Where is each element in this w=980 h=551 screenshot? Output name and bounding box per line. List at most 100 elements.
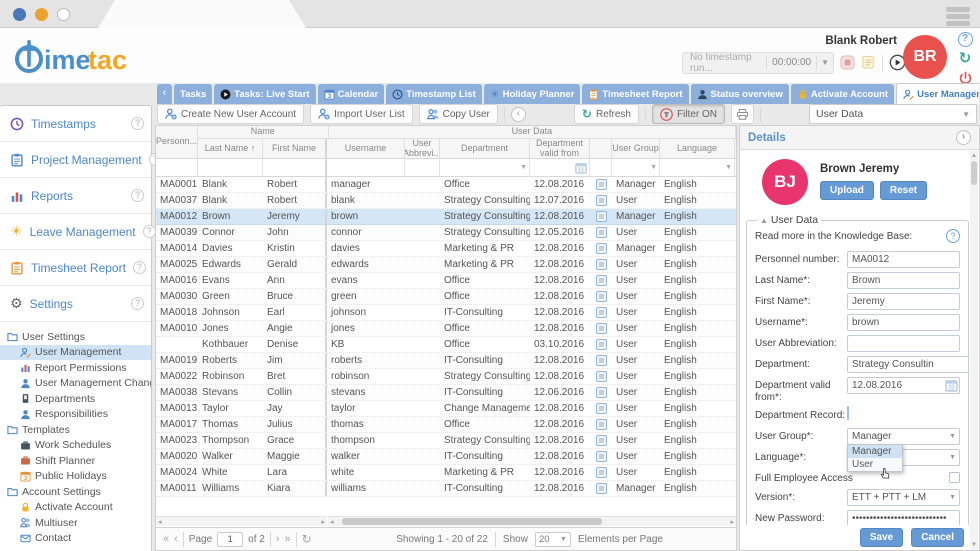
copy-user-button[interactable]: Copy User [419, 104, 498, 124]
field-input[interactable]: ••••••••••••••••••••••••••• [847, 510, 960, 527]
tab-timesheet-report[interactable]: Timesheet Report [582, 84, 688, 104]
menu-icon[interactable] [946, 5, 970, 28]
tab-status-overview[interactable]: Status overview [691, 84, 789, 104]
table-row[interactable]: MA0001BlankRobertmanagerOffice12.08.2016… [156, 177, 736, 193]
field-input[interactable]: Strategy Consultin [847, 356, 969, 373]
sidebar-item-project-management[interactable]: Project Management? [0, 142, 151, 178]
record-icon[interactable] [596, 419, 607, 430]
help-icon[interactable]: ? [143, 225, 156, 238]
tree-item-user-settings[interactable]: User Settings [0, 329, 151, 345]
table-row[interactable]: MA0016EvansAnnevansOffice12.08.2016UserE… [156, 273, 736, 289]
filter-on-button[interactable]: Filter ON [652, 104, 725, 124]
record-icon[interactable] [596, 291, 607, 302]
record-icon[interactable] [596, 195, 607, 206]
refresh-button[interactable]: ↻Refresh [574, 104, 639, 124]
table-row[interactable]: MA0024WhiteLarawhiteMarketing & PR12.08.… [156, 465, 736, 481]
column-header-personnel[interactable]: Personn... [156, 126, 198, 158]
browser-tab[interactable] [98, 0, 306, 28]
reset-button[interactable]: Reset [880, 181, 927, 200]
filter-personn-input[interactable] [156, 159, 198, 176]
field-input[interactable]: Manager [847, 428, 960, 445]
record-icon[interactable] [596, 323, 607, 334]
stop-timestamp-icon[interactable] [840, 55, 855, 70]
last-page-button[interactable]: » [285, 533, 291, 545]
table-row[interactable]: MA0030GreenBrucegreenOffice12.08.2016Use… [156, 289, 736, 305]
view-mode-select[interactable]: User Data ▼ [809, 104, 977, 124]
dropdown-option-user[interactable]: User [848, 458, 902, 471]
tab-holiday-planner[interactable]: ☀Holiday Planner [484, 84, 581, 104]
table-row[interactable]: MA0012BrownJeremybrownStrategy Consultin… [156, 209, 736, 225]
table-row[interactable]: MA0017ThomasJuliusthomasOffice12.08.2016… [156, 417, 736, 433]
tree-item-public-holidays[interactable]: 3Public Holidays [0, 469, 151, 485]
table-row[interactable]: MA0011WilliamsKiarawilliamsIT-Consulting… [156, 481, 736, 497]
user-avatar[interactable]: BR [903, 35, 947, 79]
field-input[interactable]: 12.08.2016 [847, 377, 960, 394]
help-icon[interactable]: ? [958, 32, 973, 47]
help-icon[interactable]: ? [131, 297, 144, 310]
tab-timestamp-list[interactable]: Timestamp List [386, 84, 482, 104]
tree-item-multiuser[interactable]: Multiuser [0, 515, 151, 531]
tree-item-work-schedules[interactable]: Work Schedules [0, 438, 151, 454]
record-icon[interactable] [596, 355, 607, 366]
left-pane-hscrollbar[interactable]: ◂▸ [156, 516, 327, 526]
tab-scroll-left-button[interactable]: ‹ [157, 84, 172, 104]
sidebar-item-leave-management[interactable]: ☀Leave Management? [0, 214, 151, 250]
first-page-button[interactable]: « [163, 533, 169, 545]
tree-item-templates[interactable]: Templates [0, 422, 151, 438]
sidebar-item-reports[interactable]: Reports? [0, 178, 151, 214]
tree-item-user-management[interactable]: User Management [0, 345, 151, 361]
cancel-button[interactable]: Cancel [911, 528, 964, 547]
filter-username-input[interactable] [327, 159, 405, 176]
next-page-button[interactable]: › [276, 533, 280, 545]
tree-item-contact[interactable]: Contact [0, 531, 151, 547]
tree-item-activate-account[interactable]: Activate Account [0, 500, 151, 516]
filter-user-abbrevi-input[interactable] [405, 159, 440, 176]
sidebar-item-settings[interactable]: ⚙Settings? [0, 286, 151, 322]
timestamp-widget[interactable]: No timestamp run... 00:00:00 ▼ [682, 52, 834, 74]
create-new-user-account-button[interactable]: Create New User Account [157, 104, 304, 124]
table-row[interactable]: MA0010JonesAngiejonesOffice12.08.2016Use… [156, 321, 736, 337]
chevron-down-icon[interactable]: ▼ [949, 494, 956, 501]
table-row[interactable]: MA0023ThompsonGracethompsonStrategy Cons… [156, 433, 736, 449]
table-row[interactable]: MA0039ConnorJohnconnorStrategy Consultin… [156, 225, 736, 241]
record-icon[interactable] [596, 387, 607, 398]
column-header-blank[interactable] [590, 139, 612, 158]
filter-department-valid-from-input[interactable] [530, 159, 590, 176]
chevron-down-icon[interactable]: ▼ [816, 56, 833, 70]
filter-last-name-input[interactable] [198, 159, 263, 176]
tab-tasks[interactable]: Tasks [174, 84, 212, 104]
table-row[interactable]: MA0038StevansCollinstevansIT-Consulting1… [156, 385, 736, 401]
column-header-department-valid-from[interactable]: Department valid from [530, 139, 590, 158]
filter-first-name-input[interactable] [263, 159, 327, 176]
window-dot-yellow[interactable] [35, 8, 48, 21]
record-icon[interactable] [596, 227, 607, 238]
prev-page-button[interactable]: ‹ [174, 533, 178, 545]
page-size-select[interactable]: 20 ▼ [535, 532, 571, 547]
page-number-input[interactable]: 1 [217, 532, 243, 547]
tree-item-report-permissions[interactable]: Report Permissions [0, 360, 151, 376]
field-input[interactable] [847, 335, 960, 352]
dropdown-option-manager[interactable]: Manager [848, 445, 902, 458]
right-pane-hscrollbar[interactable]: ◂▸ [328, 516, 736, 526]
tab-calendar[interactable]: 3Calendar [318, 84, 385, 104]
table-row[interactable]: MA0019RobertsJimrobertsIT-Consulting12.0… [156, 353, 736, 369]
record-icon[interactable] [596, 179, 607, 190]
record-icon[interactable] [596, 483, 607, 494]
table-row[interactable]: MA0025EdwardsGeraldedwardsMarketing & PR… [156, 257, 736, 273]
record-icon[interactable] [596, 403, 607, 414]
chevron-down-icon[interactable]: ▼ [949, 454, 956, 461]
knowledge-base-help-icon[interactable]: ? [946, 229, 960, 243]
calendar-icon[interactable] [945, 379, 958, 392]
column-header-user-abbrevi[interactable]: User Abbrevi... [405, 139, 440, 158]
tab-tasks-live-start[interactable]: Tasks: Live Start [214, 84, 315, 104]
edit-note-icon[interactable] [861, 55, 876, 70]
import-user-list-button[interactable]: Import User List [310, 104, 413, 124]
tree-item-responsibilities[interactable]: Responsibilities [0, 407, 151, 423]
field-input[interactable]: MA0012 [847, 251, 960, 268]
refresh-grid-icon[interactable]: ↻ [302, 532, 312, 546]
calendar-icon[interactable] [575, 162, 587, 174]
tree-item-shift-planner[interactable]: Shift Planner [0, 453, 151, 469]
record-icon[interactable] [596, 211, 607, 222]
record-icon[interactable] [596, 243, 607, 254]
print-button[interactable] [731, 104, 754, 124]
